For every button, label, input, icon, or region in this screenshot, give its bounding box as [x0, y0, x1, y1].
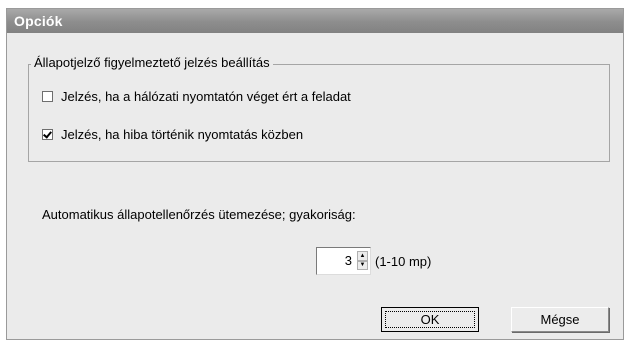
spin-down-arrow-icon[interactable]: ▼ — [357, 260, 368, 270]
dialog-title: Opciók — [14, 13, 63, 29]
spinner-buttons: ▲ ▼ — [357, 251, 368, 270]
cancel-button[interactable]: Mégse — [511, 307, 609, 332]
frequency-value[interactable]: 3 — [345, 253, 352, 269]
print-error-option[interactable]: Jelzés, ha hiba történik nyomtatás közbe… — [42, 126, 303, 142]
network-job-finished-checkbox[interactable] — [42, 90, 53, 102]
options-dialog: Opciók Állapotjelző figyelmeztető jelzés… — [6, 8, 624, 340]
spin-up-arrow-icon[interactable]: ▲ — [357, 251, 368, 261]
network-job-finished-option[interactable]: Jelzés, ha a hálózati nyomtatón véget ér… — [42, 88, 351, 104]
cancel-button-label: Mégse — [540, 312, 580, 327]
network-job-finished-label: Jelzés, ha a hálózati nyomtatón véget ér… — [61, 88, 351, 104]
frequency-spinner[interactable]: 3 ▲ ▼ — [316, 247, 371, 275]
print-error-checkbox[interactable] — [42, 128, 53, 140]
frequency-range-label: (1-10 mp) — [375, 254, 432, 269]
check-frequency-label: Automatikus állapotellenőrzés ütemezése;… — [42, 207, 356, 222]
status-alert-group-legend: Állapotjelző figyelmeztető jelzés beállí… — [31, 54, 273, 72]
ok-button[interactable]: OK — [381, 307, 479, 332]
title-bar[interactable]: Opciók — [7, 9, 623, 33]
status-alert-group — [28, 64, 610, 162]
focus-rectangle — [385, 311, 475, 328]
print-error-label: Jelzés, ha hiba történik nyomtatás közbe… — [61, 126, 304, 142]
